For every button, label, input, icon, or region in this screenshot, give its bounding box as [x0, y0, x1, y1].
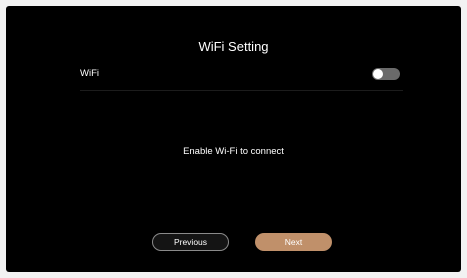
previous-button[interactable]: Previous [152, 233, 229, 251]
toggle-knob [373, 69, 383, 79]
next-button[interactable]: Next [255, 233, 332, 251]
wifi-setting-screen: WiFi Setting WiFi Enable Wi-Fi to connec… [6, 6, 461, 272]
page-title: WiFi Setting [198, 39, 269, 54]
wifi-setting-row: WiFi [80, 64, 403, 91]
wifi-toggle[interactable] [372, 68, 400, 80]
wifi-label: WiFi [80, 68, 99, 79]
enable-wifi-message: Enable Wi-Fi to connect [183, 146, 284, 157]
